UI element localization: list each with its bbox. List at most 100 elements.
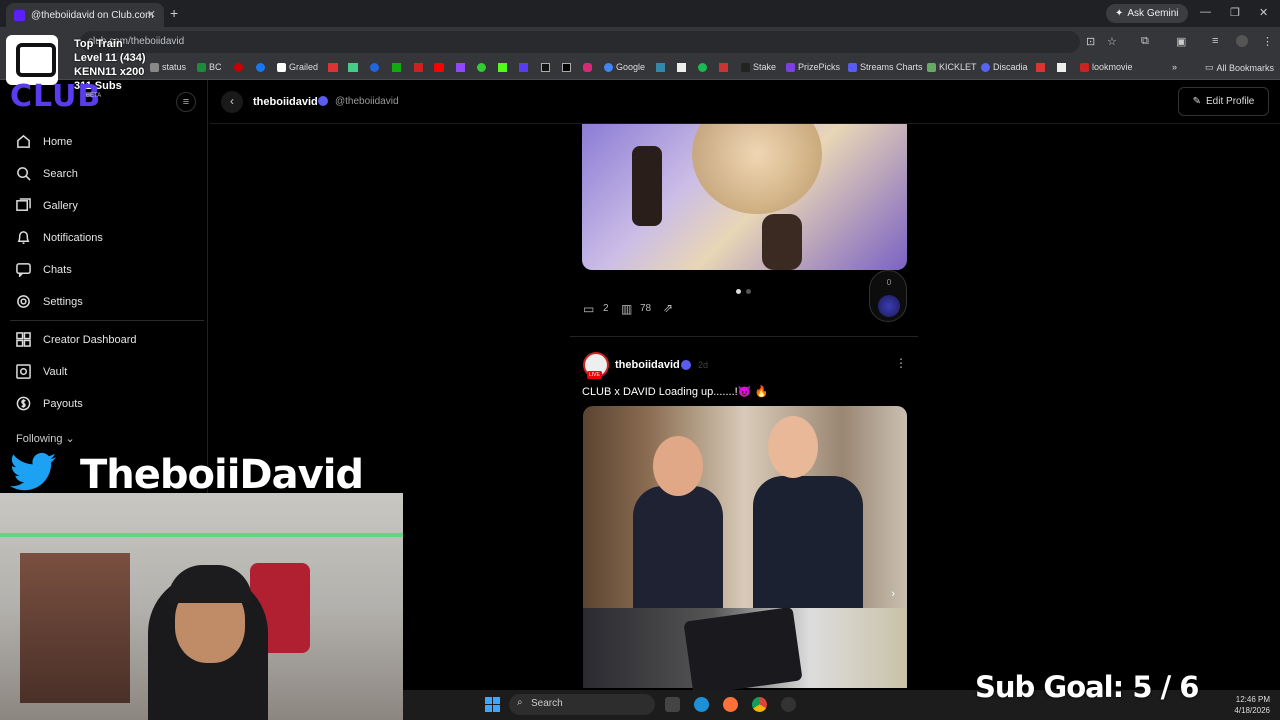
menu-toggle-button[interactable]: ≡ bbox=[176, 92, 196, 112]
bookmark-red2-icon[interactable] bbox=[414, 63, 423, 72]
bookmark-discadia[interactable]: Discadia bbox=[981, 62, 1028, 72]
extensions-icon[interactable]: ⧉ bbox=[1141, 35, 1149, 48]
back-button[interactable]: ‹ bbox=[221, 91, 243, 113]
bookmark-blue-icon[interactable] bbox=[370, 63, 379, 72]
clock-time: 12:46 PM bbox=[1235, 695, 1270, 704]
system-clock[interactable]: 12:46 PM 4/18/2026 bbox=[1220, 694, 1270, 716]
bookmark-bc[interactable]: BC bbox=[197, 62, 222, 72]
edit-profile-button[interactable]: ✎ Edit Profile bbox=[1178, 87, 1269, 116]
sidepanel-icon[interactable]: ▣ bbox=[1176, 35, 1186, 48]
x-icon[interactable] bbox=[562, 63, 571, 72]
maximize-button[interactable]: ❐ bbox=[1230, 6, 1240, 19]
phone-screen bbox=[683, 606, 803, 696]
bookmark-arrow-icon[interactable] bbox=[1057, 63, 1066, 72]
windows-start-icon[interactable] bbox=[485, 697, 500, 712]
player-figure bbox=[762, 214, 802, 270]
person-figure bbox=[753, 476, 863, 608]
tip-button[interactable]: 0 bbox=[869, 270, 907, 322]
bookmark-prizepicks[interactable]: PrizePicks bbox=[786, 62, 840, 72]
bookmark-stake[interactable]: Stake bbox=[741, 62, 776, 72]
sidebar-item-gallery[interactable]: Gallery bbox=[16, 198, 78, 213]
sidebar-item-notifications[interactable]: Notifications bbox=[16, 230, 103, 245]
share-icon[interactable]: ⇗ bbox=[663, 301, 673, 315]
bookmark-status[interactable]: status bbox=[150, 62, 186, 72]
vault-icon bbox=[16, 364, 31, 379]
facebook-icon[interactable] bbox=[256, 63, 265, 72]
dollar-icon bbox=[16, 396, 31, 411]
amazon-icon[interactable] bbox=[677, 63, 686, 72]
bookmark-star-icon[interactable]: ☆ bbox=[1107, 35, 1117, 48]
ask-gemini-button[interactable]: ✦ Ask Gemini bbox=[1106, 4, 1188, 23]
bookmark-sup-icon[interactable] bbox=[328, 63, 338, 72]
taskbar-search[interactable]: ⌕ Search bbox=[509, 694, 655, 715]
post-media-image[interactable] bbox=[582, 124, 907, 270]
post-menu-icon[interactable]: ⋮ bbox=[895, 356, 907, 370]
carousel-dot-active[interactable] bbox=[736, 289, 741, 294]
firefox-icon[interactable] bbox=[723, 697, 738, 712]
post-media-image[interactable] bbox=[583, 606, 907, 696]
bookmark-red-icon[interactable] bbox=[234, 63, 243, 72]
profile-avatar[interactable] bbox=[1236, 35, 1248, 47]
tiktok-icon[interactable] bbox=[541, 63, 550, 72]
club-bookmark-icon[interactable] bbox=[519, 63, 528, 72]
next-image-arrow-icon[interactable]: › bbox=[891, 588, 895, 600]
sidebar-item-home[interactable]: Home bbox=[16, 134, 72, 149]
person-figure bbox=[633, 486, 723, 608]
club-favicon-icon bbox=[14, 9, 25, 21]
new-tab-button[interactable]: + bbox=[170, 5, 178, 21]
tip-count: 0 bbox=[886, 278, 892, 287]
youtube-icon[interactable] bbox=[434, 63, 444, 72]
views-icon[interactable]: ▥ bbox=[621, 302, 632, 316]
following-section-toggle[interactable]: Following ⌄ bbox=[16, 432, 75, 445]
sidebar-item-label: Payouts bbox=[43, 397, 83, 410]
bookmark-google[interactable]: Google bbox=[604, 62, 645, 72]
hexagon-coin-icon bbox=[878, 295, 900, 317]
twitch-icon[interactable] bbox=[456, 63, 465, 72]
browser-tab[interactable]: @theboiidavid on Club.com ✕ bbox=[6, 3, 164, 27]
post-author-name[interactable]: theboiidavid bbox=[615, 359, 680, 371]
train-level: Level 11 (434) bbox=[74, 52, 146, 64]
post-media-image[interactable]: › bbox=[583, 406, 907, 608]
sub-goal-overlay: Sub Goal: 5 / 6 bbox=[975, 670, 1199, 704]
comment-icon[interactable]: ▭ bbox=[583, 302, 594, 316]
obs-icon[interactable] bbox=[781, 697, 796, 712]
kick-icon[interactable] bbox=[498, 63, 507, 72]
close-window-button[interactable]: ✕ bbox=[1259, 6, 1268, 19]
carousel-dot[interactable] bbox=[746, 289, 751, 294]
minimize-button[interactable]: — bbox=[1200, 6, 1211, 18]
install-app-icon[interactable]: ⊡ bbox=[1086, 35, 1095, 48]
sidebar-item-settings[interactable]: Settings bbox=[16, 294, 83, 309]
person-head bbox=[653, 436, 703, 496]
media-icon[interactable]: ≡ bbox=[1212, 35, 1218, 47]
following-label: Following bbox=[16, 433, 63, 445]
edge-icon[interactable] bbox=[694, 697, 709, 712]
close-tab-icon[interactable]: ✕ bbox=[147, 8, 156, 21]
bookmark-grailed[interactable]: Grailed bbox=[277, 62, 318, 72]
bookmark-plus-icon[interactable] bbox=[348, 63, 358, 72]
more-bookmarks-icon[interactable]: » bbox=[1172, 62, 1177, 72]
sidebar-item-chats[interactable]: Chats bbox=[16, 262, 72, 277]
bookmark-h-icon[interactable] bbox=[392, 63, 401, 72]
instagram-icon[interactable] bbox=[583, 63, 592, 72]
spotify-icon[interactable] bbox=[698, 63, 707, 72]
bookmark-shield-icon[interactable] bbox=[656, 63, 665, 72]
chrome-menu-icon[interactable]: ⋮ bbox=[1262, 35, 1273, 48]
bookmark-s-icon[interactable] bbox=[1036, 63, 1045, 72]
sidebar-item-vault[interactable]: Vault bbox=[16, 364, 67, 379]
bookmark-kicklet[interactable]: KICKLET bbox=[927, 62, 977, 72]
play-icon[interactable] bbox=[477, 63, 486, 72]
sidebar-item-creator-dashboard[interactable]: Creator Dashboard bbox=[16, 332, 137, 347]
view-count: 78 bbox=[640, 303, 652, 314]
post-divider bbox=[570, 336, 918, 337]
sidebar-item-label: Search bbox=[43, 167, 78, 180]
url-input[interactable]: club.com/theboiidavid bbox=[80, 31, 1080, 53]
all-bookmarks-folder[interactable]: ▭ All Bookmarks bbox=[1205, 62, 1274, 73]
meme-face-overlay bbox=[692, 124, 822, 214]
bookmark-lookmovie[interactable]: lookmovie bbox=[1080, 62, 1133, 72]
task-view-icon[interactable] bbox=[665, 697, 680, 712]
bookmark-streams-charts[interactable]: Streams Charts bbox=[848, 62, 923, 72]
chart-bookmark-icon[interactable] bbox=[719, 63, 728, 72]
chrome-icon[interactable] bbox=[752, 697, 767, 712]
sidebar-item-payouts[interactable]: Payouts bbox=[16, 396, 83, 411]
sidebar-item-search[interactable]: Search bbox=[16, 166, 78, 181]
